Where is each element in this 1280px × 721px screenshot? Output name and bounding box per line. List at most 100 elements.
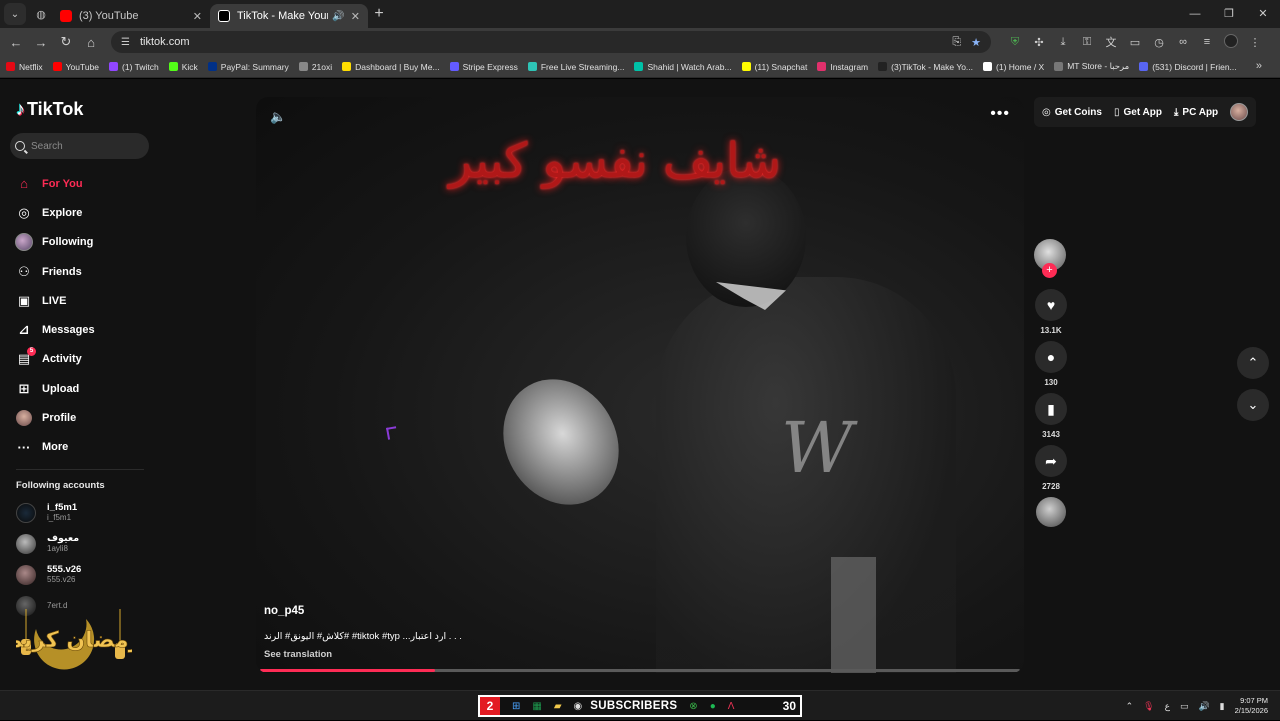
start-icon[interactable]: ⊞ [512,701,520,712]
bookmark-item[interactable]: (1) Twitch [109,62,159,72]
history-icon[interactable]: ◷ [1147,36,1171,49]
bookmark-item[interactable]: Netflix [6,62,43,72]
restore-icon[interactable]: ❐ [1212,0,1246,28]
get-app-button[interactable]: ▯ Get App [1114,107,1162,118]
sidebar-item-upload[interactable]: ⊞ Upload [14,374,95,403]
back-icon[interactable]: ← [4,35,28,50]
creator-avatar[interactable]: + [1034,239,1066,278]
spotify-icon[interactable]: ● [710,701,716,712]
bookmark-favicon-icon [6,62,15,71]
video-author[interactable]: no_p45 [264,605,304,617]
next-video-button[interactable]: ⌄ [1237,389,1269,421]
card-icon[interactable]: ▭ [1123,36,1147,49]
user-avatar[interactable] [1230,103,1249,121]
reload-icon[interactable]: ↻ [54,34,78,50]
install-icon[interactable]: ⎘ [952,36,961,49]
bookmarks-overflow-icon[interactable]: » [1256,60,1262,72]
sidebar-item-activity[interactable]: ▤ 5 Activity [14,345,95,374]
bookmark-item[interactable]: Instagram [817,62,868,72]
video-progress-bar[interactable] [260,669,1020,672]
sidebar-item-following[interactable]: Following [14,228,95,257]
bookmark-star-icon[interactable]: ★ [971,36,981,49]
excel-icon[interactable]: ▦ [532,701,541,712]
bookmark-item[interactable]: Free Live Streaming... [527,62,624,72]
bookmark-item[interactable]: (3)TikTok - Make Yo... [878,62,973,72]
video-player[interactable]: W شايف نفسو كبير 🔈 ••• no_p45 كلاش# اليو… [256,97,1024,673]
get-coins-button[interactable]: ◎ Get Coins [1042,107,1102,118]
tab-tiktok[interactable]: TikTok - Make Your Day 🔊 ✕ [210,4,368,28]
link-icon[interactable]: ∞ [1171,36,1195,48]
address-bar[interactable]: ☰ tiktok.com ⎘ ★ [111,31,991,53]
comment-button[interactable]: ● 130 [1034,341,1068,387]
chrome-icon[interactable]: ◉ [574,701,583,712]
monitor-icon[interactable]: ▭ [1180,701,1189,712]
site-info-icon[interactable]: ☰ [121,37,130,48]
bookmark-item[interactable]: MT Store - مرحبا [1054,61,1129,72]
xbox-icon[interactable]: ⊗ [689,701,697,712]
puzzle-icon[interactable]: ✣ [1027,36,1051,49]
bookmark-item[interactable]: Shahid | Watch Arab... [634,62,732,72]
bookmark-item[interactable]: YouTube [52,62,99,72]
bookmark-item[interactable]: (531) Discord | Frien... [1139,62,1237,72]
volume-icon[interactable]: 🔊 [1198,701,1209,712]
sidebar-item-live[interactable]: ▣ LIVE [14,286,95,315]
compass-icon: ◎ [18,204,30,220]
following-account-item[interactable]: 555.v26 555.v26 [16,565,81,585]
bookmark-favicon-icon [109,62,119,71]
battery-icon[interactable]: ▮ [1220,701,1225,712]
bookmark-item[interactable]: (1) Home / X [983,62,1044,72]
home-icon[interactable]: ⌂ [79,35,103,50]
bookmark-item[interactable]: Dashboard | Buy Me... [342,62,440,72]
system-clock[interactable]: 9:07 PM 2/15/2026 [1235,696,1268,716]
download-icon[interactable]: ⤓ [1051,36,1075,49]
folder-icon[interactable]: ▰ [554,701,562,712]
bookmark-item[interactable]: PayPal: Summary [207,62,289,72]
save-button[interactable]: ▮ 3143 [1034,393,1068,439]
extensions-bar: ⛨ ✣ ⤓ ⚿ 文 ▭ ◷ ∞ ≡ ⋮ [1003,33,1267,51]
app-icon[interactable]: Λ [728,701,735,712]
bookmark-item[interactable]: 21oxi [298,62,332,72]
sidebar-item-for-you[interactable]: ⌂ For You [14,169,95,198]
playlist-icon[interactable]: ≡ [1195,36,1219,48]
close-icon[interactable]: ✕ [351,10,360,23]
previous-video-button[interactable]: ⌃ [1237,347,1269,379]
language-indicator[interactable]: ع [1165,701,1170,712]
tab-search-button[interactable]: ⌄ [4,3,26,25]
sidebar-item-more[interactable]: ··· More [14,433,95,462]
shield-extension-icon[interactable]: ⛨ [1003,36,1027,49]
microphone-icon[interactable]: 🎙 [1143,701,1154,712]
volume-icon[interactable]: 🔈 [270,109,286,125]
share-button[interactable]: ➦ 2728 [1034,445,1068,491]
following-account-item[interactable]: i_f5m1 i_f5m1 [16,503,77,523]
tiktok-logo[interactable]: ♪ TikTok [16,99,83,120]
sidebar-item-friends[interactable]: ⚇ Friends [14,257,95,286]
sidebar-item-profile[interactable]: Profile [14,403,95,432]
chevron-up-icon[interactable]: ⌃ [1126,701,1134,712]
profile-avatar[interactable] [1219,33,1243,51]
sidebar-item-explore[interactable]: ◎ Explore [14,198,95,227]
forward-icon[interactable]: → [29,35,53,50]
speaker-icon[interactable]: 🔊 [332,11,344,22]
tab-youtube[interactable]: (3) YouTube ✕ [52,4,210,28]
like-button[interactable]: ♥ 13.1K [1034,289,1068,335]
menu-dots-icon[interactable]: ⋮ [1243,36,1267,49]
url-text[interactable]: tiktok.com [140,36,942,48]
bookmark-item[interactable]: Stripe Express [449,62,518,72]
following-account-item[interactable]: معيوف 1ayli8 [16,534,79,554]
sidebar-item-messages[interactable]: ⊿ Messages [14,315,95,344]
search-input[interactable]: Search [10,133,149,159]
see-translation-link[interactable]: See translation [264,649,332,660]
bookmark-item[interactable]: (11) Snapchat [741,62,807,72]
follow-plus-icon[interactable]: + [1042,263,1057,278]
key-icon[interactable]: ⚿ [1075,36,1099,49]
pc-app-button[interactable]: ⤓ PC App [1174,107,1218,118]
new-tab-button[interactable]: + [368,3,390,25]
bookmark-item[interactable]: Kick [168,62,198,72]
music-disc-icon[interactable] [1036,497,1066,527]
translate-icon[interactable]: 文 [1099,34,1123,50]
more-options-icon[interactable]: ••• [990,105,1010,123]
close-window-icon[interactable]: ✕ [1246,0,1280,28]
bookmark-favicon-icon [817,62,827,71]
close-icon[interactable]: ✕ [193,10,202,23]
minimize-icon[interactable]: — [1178,0,1212,28]
